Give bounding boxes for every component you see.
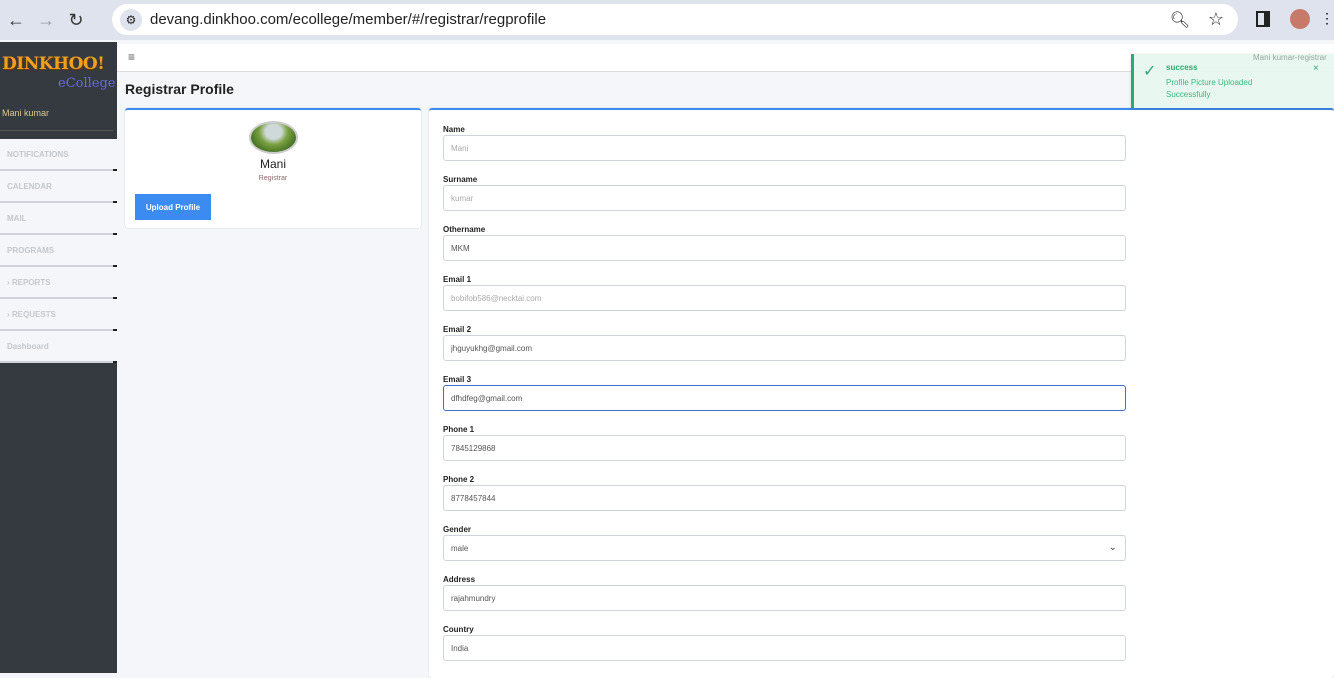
field-value: 8778457844 <box>451 493 496 503</box>
othername-input[interactable]: MKM <box>443 235 1126 261</box>
back-button[interactable]: ← <box>2 6 30 34</box>
browser-profile-avatar[interactable] <box>1290 9 1310 29</box>
sidebar-item-programs[interactable]: PROGRAMS <box>0 235 117 267</box>
field-email-3: Email 3 dfhdfeg@gmail.com <box>443 375 1126 411</box>
country-input[interactable]: India <box>443 635 1126 661</box>
field-value: bobifob586@necktai.com <box>451 293 542 303</box>
field-value: 7845129868 <box>451 443 496 453</box>
sidebar-user-name: Mani kumar <box>2 108 50 118</box>
email-2-input[interactable]: jhguyukhg@gmail.com <box>443 335 1126 361</box>
success-toast: ✓ success Profile Picture Uploaded Succe… <box>1131 54 1334 108</box>
sidebar-item-reports[interactable]: › REPORTS <box>0 267 117 299</box>
field-label: Name <box>443 125 465 134</box>
sidebar-item-calendar[interactable]: CALENDAR <box>0 171 117 203</box>
url-text: devang.dinkhoo.com/ecollege/member/#/reg… <box>150 11 547 28</box>
toast-message: Profile Picture Uploaded Successfully <box>1166 78 1253 99</box>
logo-subtitle: eCollege <box>58 76 116 91</box>
field-label: Phone 1 <box>443 425 475 434</box>
email-3-input[interactable]: dfhdfeg@gmail.com <box>443 385 1126 411</box>
field-label: Surname <box>443 175 478 184</box>
chevron-down-icon: ⌄ <box>1108 542 1117 553</box>
sidebar-item-notifications[interactable]: NOTIFICATIONS <box>0 139 117 171</box>
sidebar-nav: NOTIFICATIONS CALENDAR MAIL PROGRAMS › R… <box>0 139 117 363</box>
field-name: Name Mani <box>443 125 1126 161</box>
field-label: Email 2 <box>443 325 472 334</box>
profile-name: Mani <box>259 157 286 171</box>
field-email-2: Email 2 jhguyukhg@gmail.com <box>443 325 1126 361</box>
email-1-input[interactable]: bobifob586@necktai.com <box>443 285 1126 311</box>
field-label: Country <box>443 625 474 634</box>
field-label: Phone 2 <box>443 475 475 484</box>
side-panel-icon[interactable] <box>1256 11 1270 27</box>
topbar-user[interactable]: Mani kumar-registrar <box>1253 53 1327 62</box>
field-value: dfhdfeg@gmail.com <box>451 393 523 403</box>
field-value: male <box>451 543 469 553</box>
zoom-icon[interactable]: 🔍︎ <box>1170 10 1190 30</box>
browser-toolbar: ← → ↻ ⚙ devang.dinkhoo.com/ecollege/memb… <box>0 0 1334 40</box>
sidebar-item-mail[interactable]: MAIL <box>0 203 117 235</box>
forward-button[interactable]: → <box>32 6 60 34</box>
field-label: Email 1 <box>443 275 472 284</box>
profile-picture <box>249 121 298 154</box>
divider <box>0 130 113 131</box>
field-value: jhguyukhg@gmail.com <box>451 343 533 353</box>
field-address: Address rajahmundry <box>443 575 1126 611</box>
field-label: Address <box>443 575 476 584</box>
profile-role: Registrar <box>258 175 288 182</box>
sidebar-item-requests[interactable]: › REQUESTS <box>0 299 117 331</box>
field-label: Othername <box>443 225 486 234</box>
profile-form: Name Mani Surname kumar Othername MKM Email 1 b… <box>429 108 1334 678</box>
profile-card: Mani Registrar Upload Profile <box>125 108 421 228</box>
reload-button[interactable]: ↻ <box>62 6 90 34</box>
sidebar-item-dashboard[interactable]: Dashboard <box>0 331 117 363</box>
field-surname: Surname kumar <box>443 175 1126 211</box>
field-country: Country India <box>443 625 1126 661</box>
address-bar[interactable]: ⚙ devang.dinkhoo.com/ecollege/member/#/r… <box>112 4 1238 35</box>
check-icon: ✓ <box>1143 63 1157 80</box>
gender-select[interactable]: male ⌄ <box>443 535 1126 561</box>
field-email-1: Email 1 bobifob586@necktai.com <box>443 275 1126 311</box>
page-title: Registrar Profile <box>125 81 234 97</box>
field-label: Gender <box>443 525 472 534</box>
site-settings-icon[interactable]: ⚙ <box>120 9 142 31</box>
browser-menu-icon[interactable]: ⋮ <box>1320 10 1334 27</box>
close-icon[interactable]: × <box>1313 63 1319 74</box>
sidebar: DINKHOO! eCollege Mani kumar NOTIFICATIO… <box>0 42 117 673</box>
logo: DINKHOO! <box>2 54 105 74</box>
upload-profile-button[interactable]: Upload Profile <box>135 194 211 220</box>
field-value: kumar <box>451 193 474 203</box>
address-input[interactable]: rajahmundry <box>443 585 1126 611</box>
phone-2-input[interactable]: 8778457844 <box>443 485 1126 511</box>
bookmark-star-icon[interactable]: ☆ <box>1208 9 1224 30</box>
surname-input[interactable]: kumar <box>443 185 1126 211</box>
hamburger-menu-icon[interactable]: ≡ <box>128 50 135 64</box>
phone-1-input[interactable]: 7845129868 <box>443 435 1126 461</box>
field-value: Mani <box>451 143 469 153</box>
field-phone-1: Phone 1 7845129868 <box>443 425 1126 461</box>
field-phone-2: Phone 2 8778457844 <box>443 475 1126 511</box>
field-value: MKM <box>451 243 470 253</box>
field-value: India <box>451 643 469 653</box>
field-gender: Gender male ⌄ <box>443 525 1126 561</box>
field-label: Email 3 <box>443 375 472 384</box>
field-othername: Othername MKM <box>443 225 1126 261</box>
field-value: rajahmundry <box>451 593 496 603</box>
name-input[interactable]: Mani <box>443 135 1126 161</box>
toast-title: success <box>1166 63 1198 72</box>
